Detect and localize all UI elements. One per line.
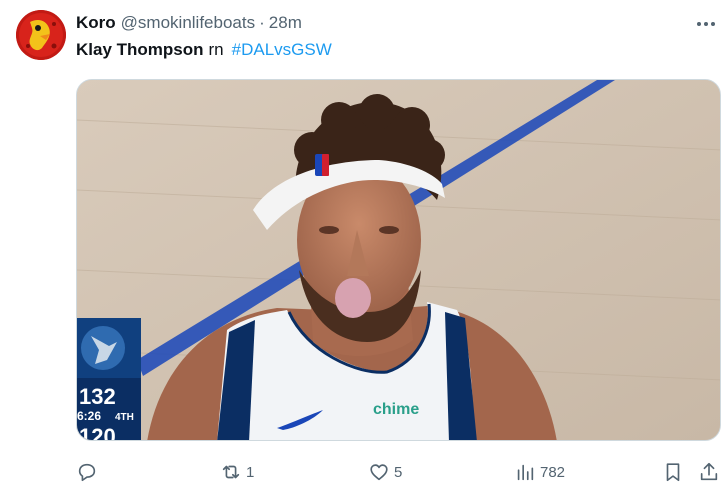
tweet-text-bold: Klay Thompson [76, 40, 204, 59]
author-name[interactable]: Koro [76, 13, 116, 33]
reply-button[interactable] [76, 455, 102, 489]
author-avatar[interactable] [16, 10, 66, 60]
score-bottom: 120 [79, 424, 116, 441]
jersey-sponsor-text: chime [373, 401, 419, 418]
bookmark-button[interactable] [662, 455, 684, 489]
score-top: 132 [79, 384, 116, 409]
retweet-count: 1 [246, 463, 255, 481]
separator-dot: · [259, 13, 265, 32]
like-count: 5 [394, 463, 403, 481]
view-count: 782 [540, 463, 566, 481]
tweet-text-plain: rn [208, 40, 224, 59]
avatar-image [16, 10, 66, 60]
heart-icon [370, 464, 388, 481]
bookmark-icon [666, 463, 680, 482]
game-clock: 6:26 [77, 409, 101, 423]
share-icon [700, 462, 718, 481]
scoreboard: 132 6:26 4TH 120 [77, 318, 141, 441]
views-button[interactable]: 782 [514, 455, 565, 489]
tweet-actions-bar: 1 5 782 [0, 455, 728, 489]
more-dots-icon [697, 22, 715, 26]
tweet-timestamp[interactable]: 28m [269, 13, 302, 33]
hashtag-link[interactable]: #DALvsGSW [232, 40, 332, 59]
like-button[interactable]: 5 [368, 455, 402, 489]
more-options-button[interactable] [694, 14, 718, 34]
tweet-header: Koro @smokinlifeboats · 28m [76, 13, 728, 35]
author-handle[interactable]: @smokinlifeboats [121, 13, 255, 33]
video-frame: chime 132 6:26 4TH 120 [77, 80, 720, 441]
tweet-text: Klay Thompson rn #DALvsGSW [76, 40, 332, 60]
retweet-icon [222, 465, 240, 479]
retweet-button[interactable]: 1 [220, 455, 254, 489]
share-button[interactable] [698, 455, 720, 489]
views-bar-chart-icon [517, 464, 534, 481]
reply-icon [78, 463, 96, 482]
game-quarter: 4TH [115, 412, 134, 423]
tweet-media-video[interactable]: chime 132 6:26 4TH 120 [76, 79, 721, 441]
